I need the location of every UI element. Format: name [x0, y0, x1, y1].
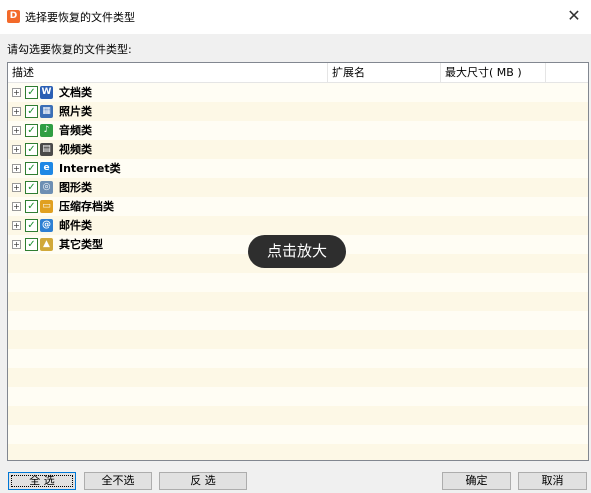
column-max-size[interactable]: 最大尺寸( MB )	[441, 63, 546, 82]
expand-icon[interactable]: +	[12, 221, 21, 230]
select-none-label: 全不选	[101, 474, 135, 487]
file-type-checkbox[interactable]: ✓	[25, 200, 38, 213]
expand-icon[interactable]: +	[12, 240, 21, 249]
other-file-icon: ▲	[40, 238, 53, 251]
expand-icon[interactable]: +	[12, 183, 21, 192]
file-type-row[interactable]: + ✓ ▦ 照片类	[8, 102, 588, 121]
file-type-label: 视频类	[59, 143, 92, 156]
column-extension[interactable]: 扩展名	[328, 63, 441, 82]
title-bar: D 选择要恢复的文件类型 ✕	[0, 0, 591, 34]
file-type-label: 音频类	[59, 124, 92, 137]
file-type-label: Internet类	[59, 162, 121, 175]
cancel-label: 取消	[541, 474, 564, 487]
file-type-label: 文档类	[59, 86, 92, 99]
file-type-row[interactable]: + ✓ @ 邮件类	[8, 216, 588, 235]
video-film-icon: ▤	[40, 143, 53, 156]
column-description[interactable]: 描述	[8, 63, 328, 82]
select-none-button[interactable]: 全不选	[84, 472, 152, 490]
file-type-checkbox[interactable]: ✓	[25, 162, 38, 175]
archive-icon: ▭	[40, 200, 53, 213]
file-type-checkbox[interactable]: ✓	[25, 105, 38, 118]
file-type-label: 邮件类	[59, 219, 92, 232]
ok-button[interactable]: 确定	[442, 472, 511, 490]
file-type-checkbox[interactable]: ✓	[25, 86, 38, 99]
window-title: 选择要恢复的文件类型	[25, 11, 135, 24]
file-type-checkbox[interactable]: ✓	[25, 143, 38, 156]
file-type-label: 其它类型	[59, 238, 103, 251]
photo-icon: ▦	[40, 105, 53, 118]
ok-label: 确定	[465, 474, 488, 487]
file-type-label: 压缩存档类	[59, 200, 114, 213]
instruction-label: 请勾选要恢复的文件类型:	[7, 43, 132, 56]
file-type-label: 图形类	[59, 181, 92, 194]
invert-selection-button[interactable]: 反 选	[159, 472, 247, 490]
select-all-button[interactable]: 全 选	[8, 472, 76, 490]
file-type-checkbox[interactable]: ✓	[25, 219, 38, 232]
internet-explorer-icon: e	[40, 162, 53, 175]
file-type-row[interactable]: + ✓ ▤ 视频类	[8, 140, 588, 159]
cancel-button[interactable]: 取消	[518, 472, 587, 490]
file-type-rows: + ✓ W 文档类 + ✓ ▦ 照片类 + ✓ ♪ 音频类 + ✓ ▤ 视频类 + ✓ e Internet类 + ✓ ◎ 图…	[8, 83, 588, 460]
column-header: 描述 扩展名 最大尺寸( MB )	[8, 63, 588, 83]
audio-icon: ♪	[40, 124, 53, 137]
app-logo-icon: D	[7, 10, 20, 23]
file-type-row[interactable]: + ✓ ♪ 音频类	[8, 121, 588, 140]
mail-icon: @	[40, 219, 53, 232]
file-type-row[interactable]: + ✓ ◎ 图形类	[8, 178, 588, 197]
file-type-checkbox[interactable]: ✓	[25, 238, 38, 251]
file-type-label: 照片类	[59, 105, 92, 118]
invert-selection-label: 反 选	[190, 474, 216, 487]
file-type-checkbox[interactable]: ✓	[25, 181, 38, 194]
expand-icon[interactable]: +	[12, 145, 21, 154]
expand-icon[interactable]: +	[12, 88, 21, 97]
expand-icon[interactable]: +	[12, 164, 21, 173]
close-icon: ✕	[567, 6, 581, 25]
close-button[interactable]: ✕	[557, 0, 591, 34]
file-type-row[interactable]: + ✓ e Internet类	[8, 159, 588, 178]
file-type-checkbox[interactable]: ✓	[25, 124, 38, 137]
expand-icon[interactable]: +	[12, 126, 21, 135]
file-type-row[interactable]: + ✓ W 文档类	[8, 83, 588, 102]
graphics-icon: ◎	[40, 181, 53, 194]
word-doc-icon: W	[40, 86, 53, 99]
file-type-row[interactable]: + ✓ ▭ 压缩存档类	[8, 197, 588, 216]
expand-icon[interactable]: +	[12, 107, 21, 116]
expand-icon[interactable]: +	[12, 202, 21, 211]
zoom-tooltip[interactable]: 点击放大	[248, 235, 346, 268]
